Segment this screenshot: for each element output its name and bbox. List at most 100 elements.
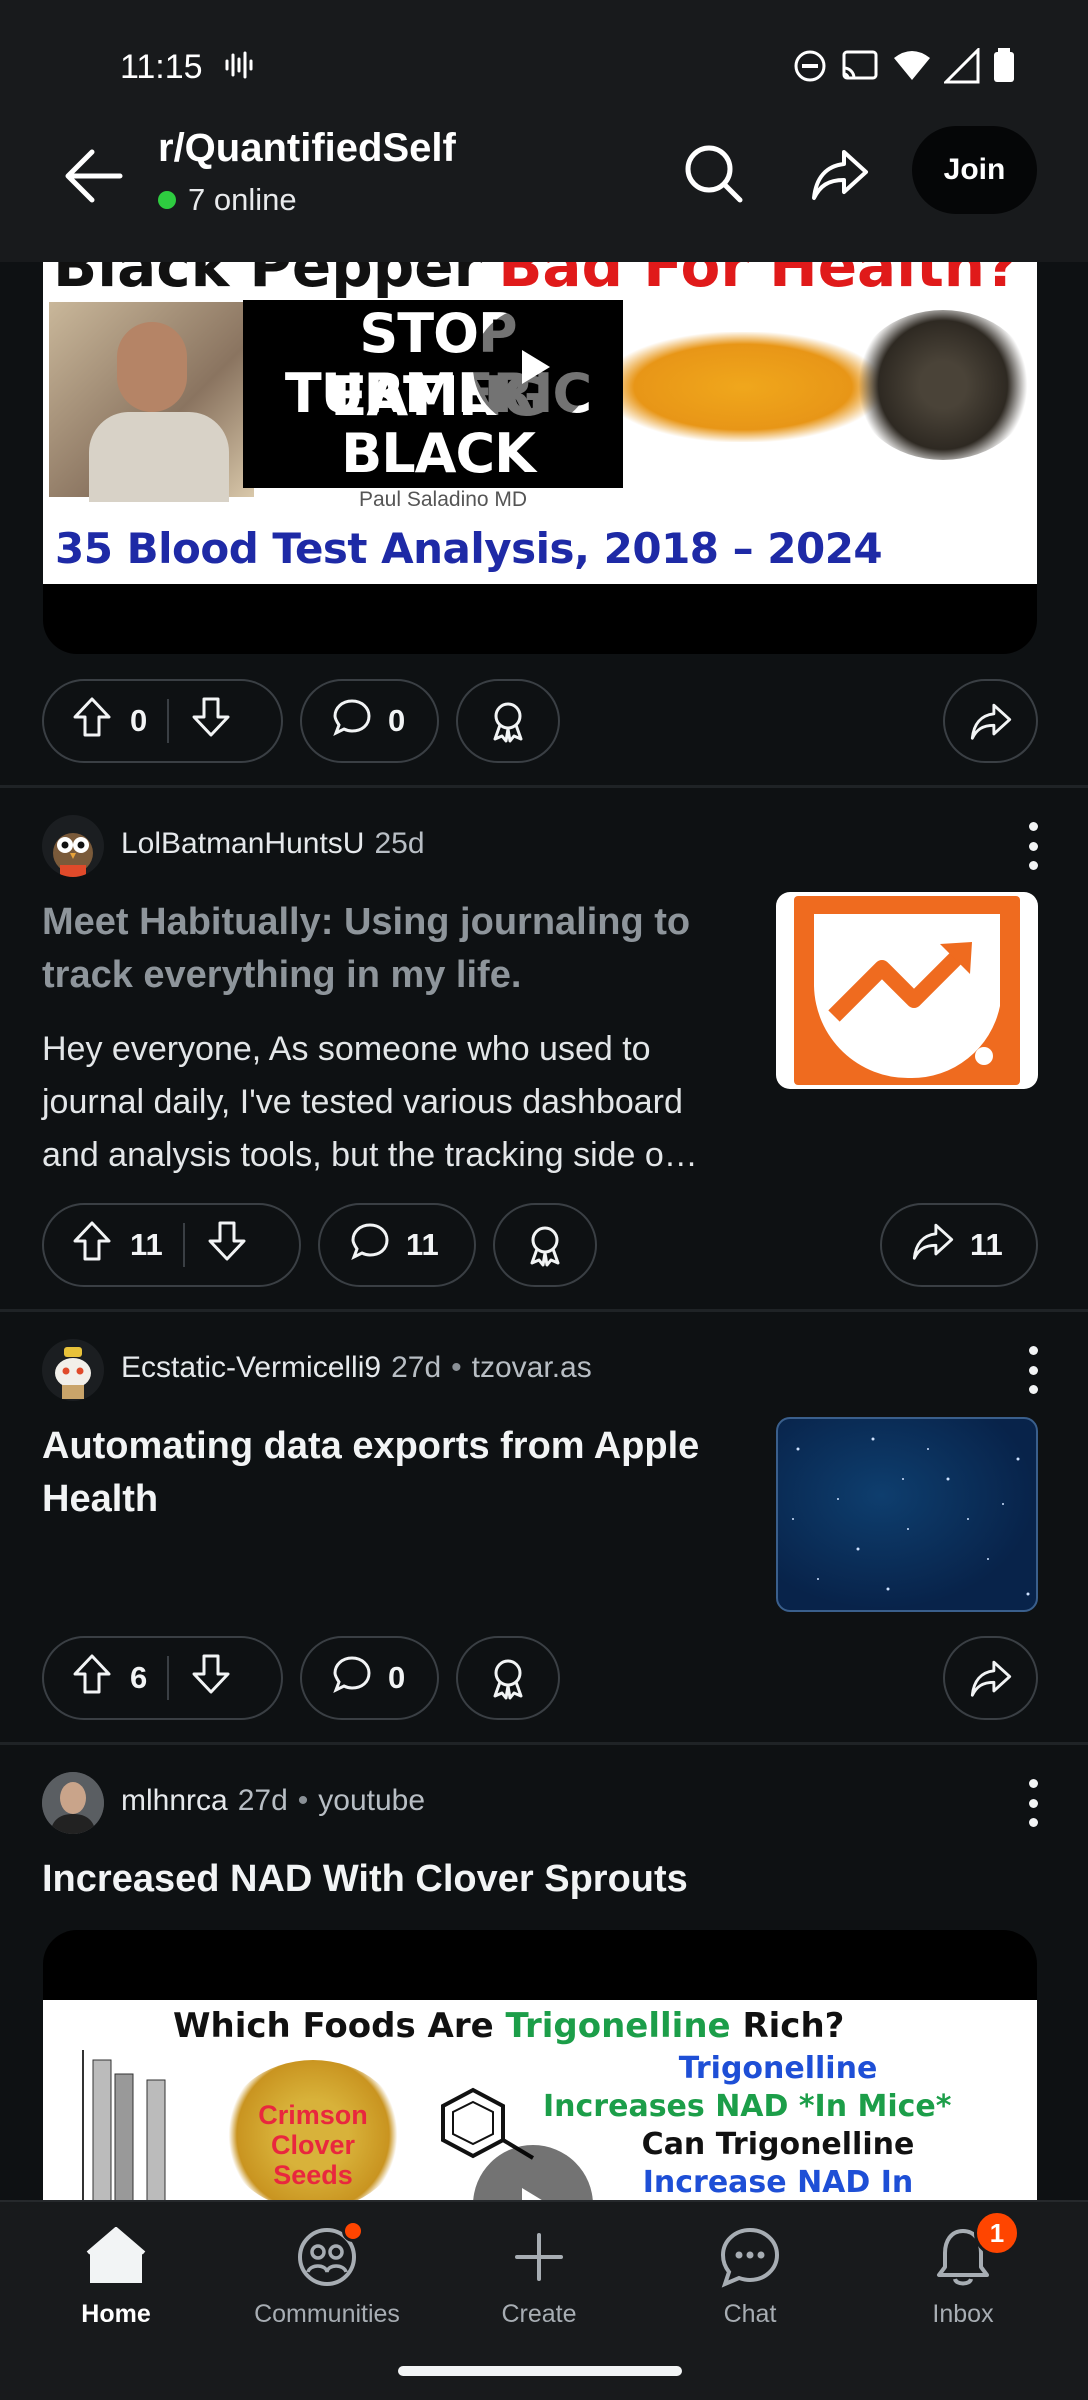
award-icon bbox=[530, 1226, 560, 1267]
comment-icon bbox=[332, 1654, 372, 1702]
award-button[interactable] bbox=[493, 1203, 597, 1287]
nav-chat[interactable]: Chat bbox=[660, 2222, 840, 2329]
video-side-text: Trigonelline Increases NAD *In Mice* Can… bbox=[543, 2051, 952, 2200]
user-photo-icon bbox=[42, 1772, 104, 1834]
share-button[interactable] bbox=[943, 1636, 1038, 1720]
share-subreddit-button[interactable] bbox=[790, 124, 890, 224]
share-icon bbox=[970, 1660, 1011, 1697]
audio-wave-icon bbox=[225, 51, 253, 79]
clover-seeds-image: Crimson Clover Seeds bbox=[223, 2060, 403, 2200]
communities-badge bbox=[342, 2220, 364, 2242]
post-meta: mlhnrca 27d • youtube bbox=[121, 1784, 425, 1818]
signal-icon bbox=[944, 48, 980, 84]
meta-separator: • bbox=[297, 1784, 309, 1817]
video-top-text: Black Pepper Bad For Health? bbox=[53, 262, 1019, 300]
avatar[interactable] bbox=[42, 1339, 104, 1401]
starfield-image bbox=[792, 1437, 1030, 1596]
post-divider bbox=[0, 785, 1088, 788]
avatar[interactable] bbox=[42, 815, 104, 877]
nav-inbox[interactable]: 1 Inbox bbox=[873, 2210, 1053, 2329]
downvote-button[interactable] bbox=[191, 1653, 231, 1703]
post-options-button[interactable] bbox=[1018, 816, 1048, 876]
play-icon bbox=[522, 350, 550, 384]
play-button[interactable] bbox=[473, 307, 593, 427]
share-icon bbox=[970, 703, 1011, 740]
award-button[interactable] bbox=[456, 679, 560, 763]
post-author[interactable]: mlhnrca bbox=[121, 1784, 228, 1818]
search-button[interactable] bbox=[664, 124, 764, 224]
vote-control: 11 bbox=[42, 1203, 301, 1287]
post-title[interactable]: Increased NAD With Clover Sprouts bbox=[42, 1853, 942, 1906]
upvote-icon bbox=[73, 697, 111, 737]
post-options-button[interactable] bbox=[1018, 1340, 1048, 1400]
vote-separator bbox=[182, 1223, 185, 1267]
nav-home[interactable]: Home bbox=[26, 2222, 206, 2329]
nav-communities[interactable]: Communities bbox=[237, 2220, 417, 2329]
battery-icon bbox=[994, 48, 1014, 82]
post-body[interactable]: Hey everyone, As someone who used to jou… bbox=[42, 1023, 742, 1182]
downvote-icon bbox=[208, 1221, 246, 1261]
vote-count: 0 bbox=[130, 703, 148, 738]
video-caption: 35 Blood Test Analysis, 2018 – 2024 bbox=[55, 524, 883, 573]
post-age: 25d bbox=[374, 827, 425, 860]
online-count: 7 online bbox=[158, 182, 297, 218]
downvote-button[interactable] bbox=[191, 696, 231, 746]
post-meta: LolBatmanHuntsU 25d bbox=[121, 827, 425, 861]
habitually-logo-icon bbox=[794, 896, 1020, 1085]
post-title[interactable]: Automating data exports from Apple Healt… bbox=[42, 1420, 762, 1526]
comment-icon bbox=[350, 1221, 390, 1269]
meta-separator: • bbox=[451, 1351, 462, 1384]
plus-icon bbox=[504, 2222, 574, 2292]
post-domain[interactable]: tzovar.as bbox=[472, 1351, 592, 1385]
upvote-button[interactable] bbox=[72, 1653, 112, 1703]
comments-button[interactable]: 0 bbox=[300, 1636, 439, 1720]
vote-control: 0 bbox=[42, 679, 283, 763]
post-meta: Ecstatic-Vermicelli9 27d • tzovar.as bbox=[121, 1351, 592, 1385]
award-icon bbox=[493, 702, 523, 743]
upvote-icon bbox=[73, 1221, 111, 1261]
avatar[interactable] bbox=[42, 1772, 104, 1834]
comment-count: 0 bbox=[388, 1660, 406, 1695]
share-button[interactable]: 11 bbox=[880, 1203, 1038, 1287]
home-indicator[interactable] bbox=[398, 2366, 682, 2376]
video-player[interactable]: Black Pepper Bad For Health? STOP EATING… bbox=[43, 262, 1037, 654]
upvote-button[interactable] bbox=[72, 696, 112, 746]
video-player[interactable]: Which Foods Are Trigonelline Rich? Crims… bbox=[43, 1930, 1037, 2200]
post-thumbnail[interactable] bbox=[776, 1417, 1038, 1612]
back-button[interactable] bbox=[58, 140, 130, 212]
turmeric-image bbox=[603, 332, 883, 442]
post-thumbnail[interactable] bbox=[776, 892, 1038, 1089]
video-credit: Paul Saladino MD bbox=[359, 488, 528, 511]
back-arrow-icon bbox=[65, 149, 123, 203]
vote-separator bbox=[167, 699, 170, 743]
nav-create[interactable]: Create bbox=[449, 2222, 629, 2329]
comments-button[interactable]: 11 bbox=[318, 1203, 476, 1287]
pepper-image bbox=[853, 310, 1033, 460]
nav-home-label: Home bbox=[81, 2300, 151, 2328]
home-icon bbox=[81, 2222, 151, 2292]
post-title[interactable]: Meet Habitually: Using journaling to tra… bbox=[42, 896, 742, 1002]
status-time: 11:15 bbox=[120, 48, 203, 86]
online-dot-icon bbox=[158, 191, 176, 209]
post-age: 27d bbox=[391, 1351, 442, 1384]
comments-button[interactable]: 0 bbox=[300, 679, 439, 763]
downvote-button[interactable] bbox=[207, 1220, 247, 1270]
post-divider bbox=[0, 1309, 1088, 1312]
join-button[interactable]: Join bbox=[912, 126, 1037, 214]
snoo-avatar-icon bbox=[55, 1347, 91, 1399]
play-icon bbox=[522, 2188, 542, 2200]
owl-avatar-icon bbox=[53, 833, 93, 877]
post-domain[interactable]: youtube bbox=[318, 1784, 425, 1818]
upvote-icon bbox=[73, 1654, 111, 1694]
post-author[interactable]: Ecstatic-Vermicelli9 bbox=[121, 1351, 381, 1385]
post-author[interactable]: LolBatmanHuntsU bbox=[121, 827, 364, 861]
presenter-image bbox=[49, 302, 254, 502]
share-button[interactable] bbox=[943, 679, 1038, 763]
chat-icon bbox=[715, 2222, 785, 2292]
award-button[interactable] bbox=[456, 1636, 560, 1720]
post-options-button[interactable] bbox=[1018, 1773, 1048, 1833]
nav-create-label: Create bbox=[501, 2300, 577, 2328]
wifi-icon bbox=[894, 51, 930, 80]
subreddit-name[interactable]: r/QuantifiedSelf bbox=[158, 126, 456, 171]
upvote-button[interactable] bbox=[72, 1220, 112, 1270]
